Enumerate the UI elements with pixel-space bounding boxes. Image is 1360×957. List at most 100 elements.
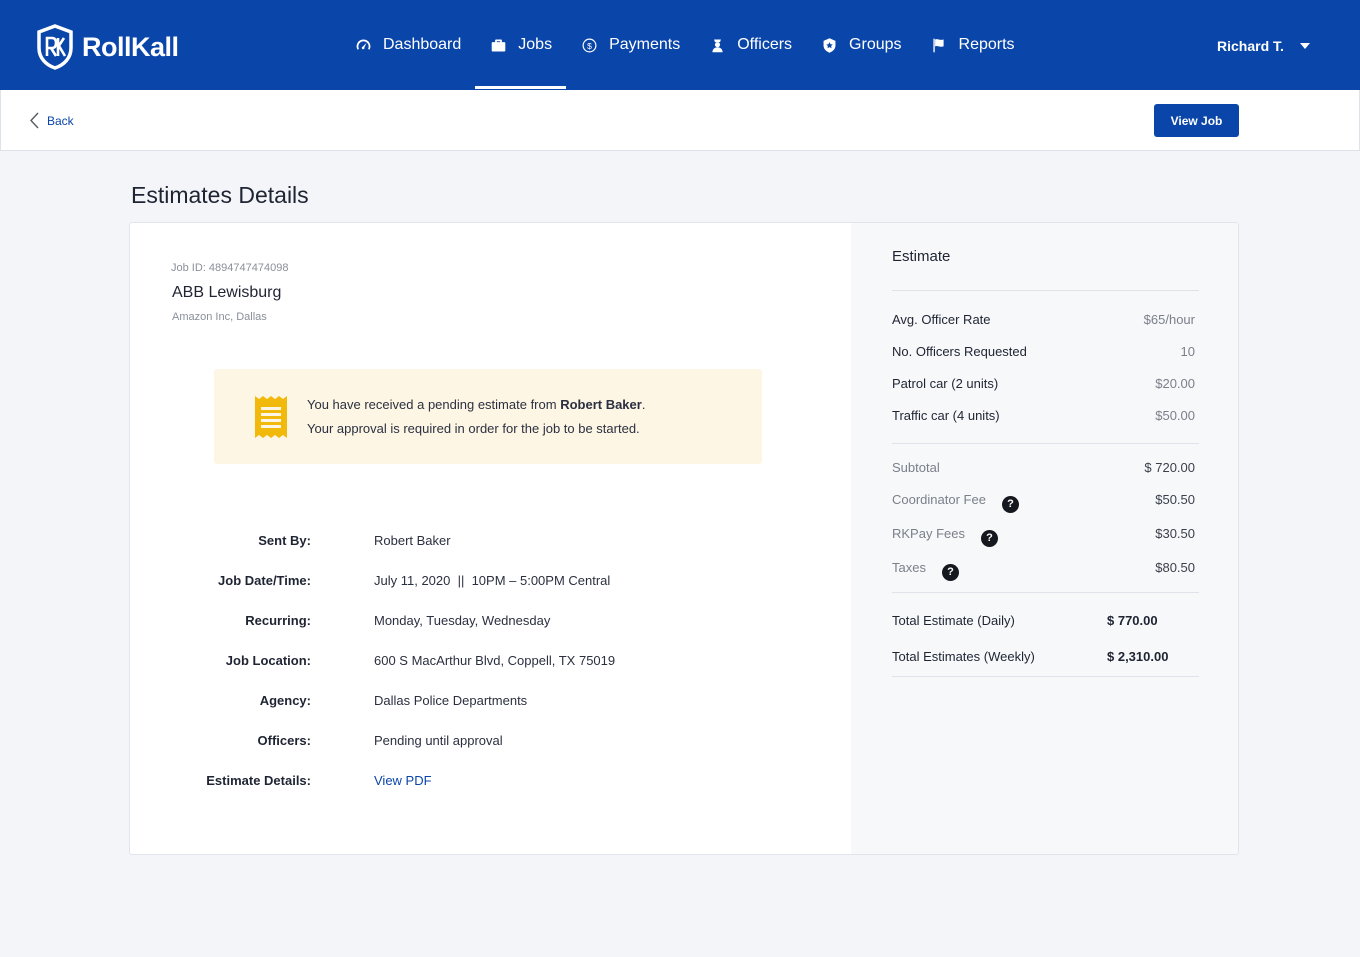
receipt-icon xyxy=(255,396,287,438)
estimate-card: Job ID: 4894747474098 ABB Lewisburg Amaz… xyxy=(129,222,1239,855)
detail-row-sent-by: Sent By: Robert Baker xyxy=(130,533,851,553)
detail-label: Sent By: xyxy=(258,533,311,548)
detail-row-estimate-details: Estimate Details: View PDF xyxy=(130,773,851,793)
detail-label: Recurring: xyxy=(245,613,311,628)
estimate-line-value: $65/hour xyxy=(1143,312,1195,327)
detail-label: Job Date/Time: xyxy=(218,573,311,588)
fee-line-rkpay: RKPay Fees? $30.50 xyxy=(892,526,1195,547)
notice-prefix: You have received a pending estimate fro… xyxy=(307,397,561,412)
divider xyxy=(892,290,1199,291)
divider xyxy=(892,676,1199,677)
estimate-line: Patrol car (2 units) $20.00 xyxy=(892,376,1195,396)
detail-value: Dallas Police Departments xyxy=(374,693,528,708)
fee-line-coordinator: Coordinator Fee? $50.50 xyxy=(892,492,1195,513)
estimate-line-label: Traffic car (4 units) xyxy=(892,408,1000,423)
total-value: $ 2,310.00 xyxy=(1107,649,1169,664)
estimate-line-label: No. Officers Requested xyxy=(892,344,1027,359)
help-icon[interactable]: ? xyxy=(980,529,998,547)
sub-header: Back View Job xyxy=(0,90,1360,151)
detail-label: Officers: xyxy=(257,733,311,748)
estimate-summary-panel: Estimate Avg. Officer Rate $65/hour No. … xyxy=(851,223,1238,854)
fee-label: Subtotal xyxy=(892,460,940,475)
flag-icon xyxy=(930,36,948,54)
fee-label: Coordinator Fee xyxy=(892,492,986,507)
estimate-line: Avg. Officer Rate $65/hour xyxy=(892,312,1195,332)
nav-item-dashboard[interactable]: Dashboard xyxy=(340,0,475,90)
view-pdf-link[interactable]: View PDF xyxy=(374,773,432,788)
svg-text:$: $ xyxy=(587,40,592,50)
speedometer-icon xyxy=(354,36,372,54)
notice-suffix: . xyxy=(641,397,646,412)
estimate-line-label: Avg. Officer Rate xyxy=(892,312,991,327)
detail-value: 600 S MacArthur Blvd, Coppell, TX 75019 xyxy=(374,653,616,668)
nav-label: Dashboard xyxy=(383,36,462,53)
view-job-button[interactable]: View Job xyxy=(1154,104,1239,137)
top-navbar: RollKall Dashboard Jobs $ Payments Offic… xyxy=(0,0,1360,90)
total-label: Total Estimates (Weekly) xyxy=(892,649,1035,664)
detail-value: Robert Baker xyxy=(374,533,451,548)
user-menu[interactable]: Richard T. xyxy=(1217,38,1310,54)
detail-label: Agency: xyxy=(259,693,311,708)
briefcase-icon xyxy=(489,36,507,54)
nav-label: Reports xyxy=(958,36,1015,53)
nav-label: Jobs xyxy=(518,36,553,53)
total-weekly: Total Estimates (Weekly) $ 2,310.00 xyxy=(892,649,1195,669)
fee-label: RKPay Fees xyxy=(892,526,965,541)
caret-down-icon xyxy=(1299,43,1310,49)
page-title: Estimates Details xyxy=(131,182,309,208)
main-nav: Dashboard Jobs $ Payments Officers Group… xyxy=(340,0,1029,90)
nav-label: Groups xyxy=(849,36,902,53)
notice-line-1: You have received a pending estimate fro… xyxy=(307,397,645,412)
job-name: ABB Lewisburg xyxy=(172,284,282,301)
fee-line-subtotal: Subtotal $ 720.00 xyxy=(892,460,1195,480)
job-id: Job ID: 4894747474098 xyxy=(171,262,289,274)
estimate-line-value: $50.00 xyxy=(1155,408,1195,423)
estimate-title: Estimate xyxy=(892,248,951,265)
detail-label: Job Location: xyxy=(225,653,311,668)
detail-value: Pending until approval xyxy=(374,733,503,748)
nav-item-payments[interactable]: $ Payments xyxy=(566,0,694,90)
fee-line-taxes: Taxes? $80.50 xyxy=(892,560,1195,581)
nav-item-officers[interactable]: Officers xyxy=(694,0,806,90)
officer-icon xyxy=(708,36,726,54)
detail-row-officers: Officers: Pending until approval xyxy=(130,733,851,753)
job-company: Amazon Inc, Dallas xyxy=(172,311,267,323)
notice-line-2: Your approval is required in order for t… xyxy=(307,421,640,436)
dollar-circle-icon: $ xyxy=(580,36,598,54)
help-icon[interactable]: ? xyxy=(941,563,959,581)
total-value: $ 770.00 xyxy=(1107,613,1158,628)
rollkall-shield-icon xyxy=(37,24,73,70)
nav-item-groups[interactable]: Groups xyxy=(806,0,915,90)
estimate-line: No. Officers Requested 10 xyxy=(892,344,1195,364)
fee-value: $80.50 xyxy=(1155,560,1195,575)
total-daily: Total Estimate (Daily) $ 770.00 xyxy=(892,613,1195,633)
back-link[interactable]: Back xyxy=(29,112,74,129)
help-icon[interactable]: ? xyxy=(1001,495,1019,513)
user-name: Richard T. xyxy=(1217,38,1284,54)
shield-icon xyxy=(820,36,838,54)
divider xyxy=(892,592,1199,593)
detail-row-job-datetime: Job Date/Time: July 11, 2020 || 10PM – 5… xyxy=(130,573,851,593)
fee-value: $50.50 xyxy=(1155,492,1195,507)
estimate-line-value: 10 xyxy=(1180,344,1195,359)
estimate-line: Traffic car (4 units) $50.00 xyxy=(892,408,1195,428)
detail-row-job-location: Job Location: 600 S MacArthur Blvd, Copp… xyxy=(130,653,851,673)
brand-logo[interactable]: RollKall xyxy=(36,24,179,70)
pending-estimate-notice: You have received a pending estimate fro… xyxy=(214,369,762,464)
fee-value: $ 720.00 xyxy=(1144,460,1195,475)
back-label: Back xyxy=(47,113,74,128)
brand-name: RollKall xyxy=(82,31,179,62)
total-label: Total Estimate (Daily) xyxy=(892,613,1015,628)
detail-label: Estimate Details: xyxy=(206,773,311,788)
notice-sender: Robert Baker xyxy=(560,397,642,412)
nav-item-reports[interactable]: Reports xyxy=(916,0,1029,90)
divider xyxy=(892,443,1199,444)
detail-value: July 11, 2020 || 10PM – 5:00PM Central xyxy=(374,573,611,588)
fee-label: Taxes xyxy=(892,560,926,575)
chevron-left-icon xyxy=(30,112,39,129)
nav-item-jobs[interactable]: Jobs xyxy=(475,0,566,90)
nav-label: Payments xyxy=(609,36,681,53)
detail-value: Monday, Tuesday, Wednesday xyxy=(374,613,551,628)
detail-row-agency: Agency: Dallas Police Departments xyxy=(130,693,851,713)
job-details-panel: Job ID: 4894747474098 ABB Lewisburg Amaz… xyxy=(130,223,851,854)
